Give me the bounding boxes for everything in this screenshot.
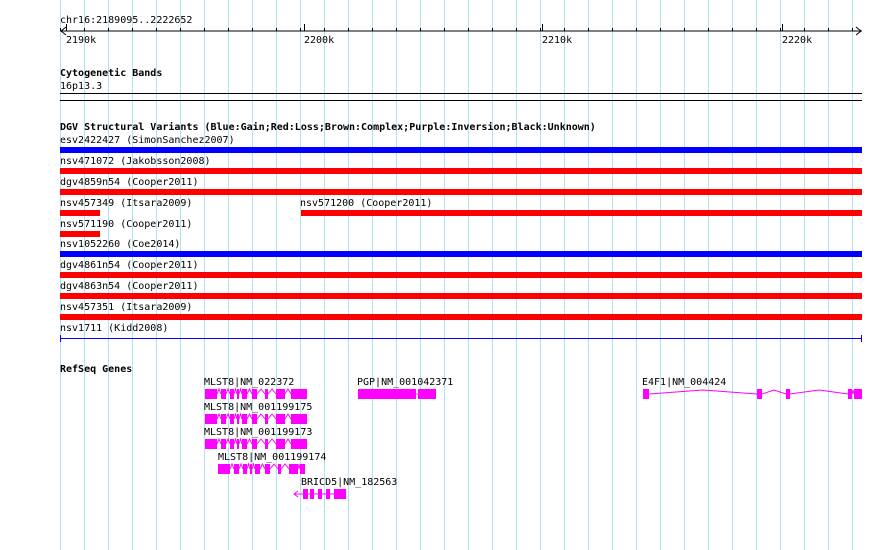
variant-label: nsv571200 (Cooper2011) [300, 198, 433, 209]
variant-label: dgv4861n54 (Cooper2011) [60, 260, 199, 271]
gene-model[interactable] [0, 388, 890, 400]
ruler-tick-label: 2190k [66, 35, 97, 46]
variant-bar-loss[interactable] [301, 210, 862, 216]
gene-label: MLST8|NM_001199174 [218, 452, 327, 463]
variant-label: nsv457351 (Itsara2009) [60, 302, 193, 313]
variant-label: nsv1711 (Kidd2008) [60, 323, 169, 334]
variant-bar-gain[interactable] [60, 147, 862, 153]
variant-label: esv2422427 (SimonSanchez2007) [60, 135, 235, 146]
variant-label: dgv4863n54 (Cooper2011) [60, 281, 199, 292]
cytoband-band[interactable] [60, 93, 862, 94]
variant-label: nsv571190 (Cooper2011) [60, 219, 193, 230]
gene-label: MLST8|NM_022372 [204, 377, 295, 388]
cytoband-label: 16p13.3 [60, 81, 103, 92]
gene-model[interactable] [0, 488, 890, 500]
ruler [60, 24, 862, 36]
gene-label: MLST8|NM_001199173 [204, 427, 313, 438]
dgv-track-title: DGV Structural Variants (Blue:Gain;Red:L… [60, 122, 596, 133]
gene-label: PGP|NM_001042371 [357, 377, 454, 388]
variant-bar-unknown[interactable] [60, 335, 863, 343]
gene-label: E4F1|NM_004424 [642, 377, 727, 388]
variant-bar-loss[interactable] [60, 210, 100, 216]
gene-model[interactable] [0, 412, 890, 425]
variant-label: nsv1052260 (Coe2014) [60, 239, 181, 250]
gene-label: BRICD5|NM_182563 [301, 477, 398, 488]
ruler-tick-label: 2220k [782, 35, 813, 46]
variant-label: dgv4859n54 (Cooper2011) [60, 177, 199, 188]
variant-label: nsv457349 (Itsara2009) [60, 198, 193, 209]
variant-bar-loss[interactable] [60, 293, 862, 299]
variant-bar-loss[interactable] [60, 231, 100, 237]
ruler-tick-label: 2210k [542, 35, 573, 46]
variant-bar-gain[interactable] [60, 251, 862, 257]
variant-bar-loss[interactable] [60, 314, 862, 320]
gene-model[interactable] [0, 437, 890, 450]
ruler-tick-label: 2200k [304, 35, 335, 46]
gene-model[interactable] [0, 462, 890, 475]
cytoband-band-bottom [60, 100, 862, 101]
variant-bar-loss[interactable] [60, 272, 862, 278]
variant-bar-loss[interactable] [60, 189, 862, 195]
gene-label: MLST8|NM_001199175 [204, 402, 313, 413]
variant-label: nsv471072 (Jakobsson2008) [60, 156, 211, 167]
cytoband-track-title: Cytogenetic Bands [60, 68, 163, 79]
refseq-track-title: RefSeq Genes [60, 364, 133, 375]
variant-bar-loss[interactable] [60, 168, 862, 174]
